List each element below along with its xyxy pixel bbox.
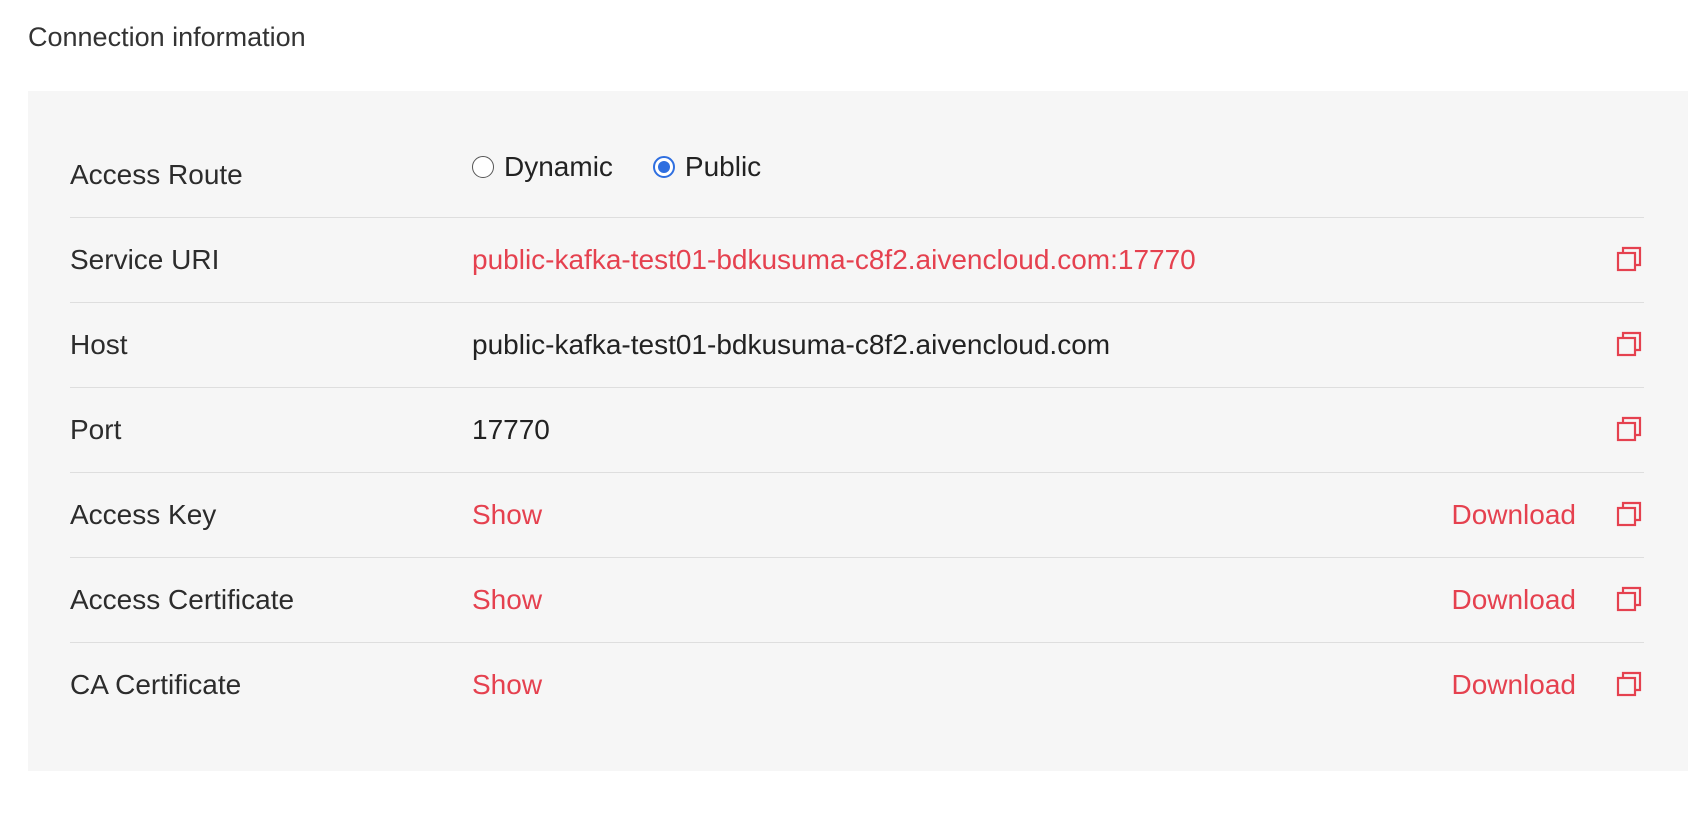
copy-icon[interactable] xyxy=(1614,499,1644,529)
copy-icon[interactable] xyxy=(1614,244,1644,274)
port-row: Port 17770 xyxy=(70,388,1644,473)
ca-certificate-label: CA Certificate xyxy=(70,669,242,700)
access-certificate-show-link[interactable]: Show xyxy=(472,584,542,616)
service-uri-label: Service URI xyxy=(70,244,220,275)
access-certificate-row: Access Certificate Show Download xyxy=(70,558,1644,643)
connection-rows: Access Route Dynamic Public Service URI … xyxy=(70,133,1644,727)
copy-icon[interactable] xyxy=(1614,669,1644,699)
access-route-radio-group: Dynamic Public xyxy=(472,151,761,183)
port-value: 17770 xyxy=(472,414,550,445)
copy-icon[interactable] xyxy=(1614,584,1644,614)
radio-public[interactable]: Public xyxy=(652,151,762,183)
host-row: Host public-kafka-test01-bdkusuma-c8f2.a… xyxy=(70,303,1644,388)
access-key-row: Access Key Show Download xyxy=(70,473,1644,558)
ca-certificate-download-link[interactable]: Download xyxy=(1451,669,1576,701)
host-label: Host xyxy=(70,329,128,360)
section-title: Connection information xyxy=(28,22,306,52)
radio-public-circle[interactable] xyxy=(652,156,675,178)
access-route-row: Access Route Dynamic Public xyxy=(70,133,1644,218)
access-key-label: Access Key xyxy=(70,499,217,530)
ca-certificate-show-link[interactable]: Show xyxy=(472,669,542,701)
service-uri-row: Service URI public-kafka-test01-bdkusuma… xyxy=(70,218,1644,303)
access-certificate-label: Access Certificate xyxy=(70,584,295,615)
host-value: public-kafka-test01-bdkusuma-c8f2.aivenc… xyxy=(472,329,1111,360)
connection-info-panel: Access Route Dynamic Public Service URI … xyxy=(28,91,1688,771)
access-certificate-download-link[interactable]: Download xyxy=(1451,584,1576,616)
port-label: Port xyxy=(70,414,122,445)
copy-icon[interactable] xyxy=(1614,329,1644,359)
radio-dynamic-label: Dynamic xyxy=(504,151,613,182)
access-key-download-link[interactable]: Download xyxy=(1451,499,1576,531)
copy-icon[interactable] xyxy=(1614,414,1644,444)
radio-dynamic-circle[interactable] xyxy=(472,156,494,178)
radio-dynamic[interactable]: Dynamic xyxy=(472,151,613,183)
service-uri-value[interactable]: public-kafka-test01-bdkusuma-c8f2.aivenc… xyxy=(472,244,1196,276)
radio-public-label: Public xyxy=(684,151,762,182)
access-key-show-link[interactable]: Show xyxy=(472,499,542,531)
access-route-label: Access Route xyxy=(70,159,243,190)
ca-certificate-row: CA Certificate Show Download xyxy=(70,643,1644,727)
